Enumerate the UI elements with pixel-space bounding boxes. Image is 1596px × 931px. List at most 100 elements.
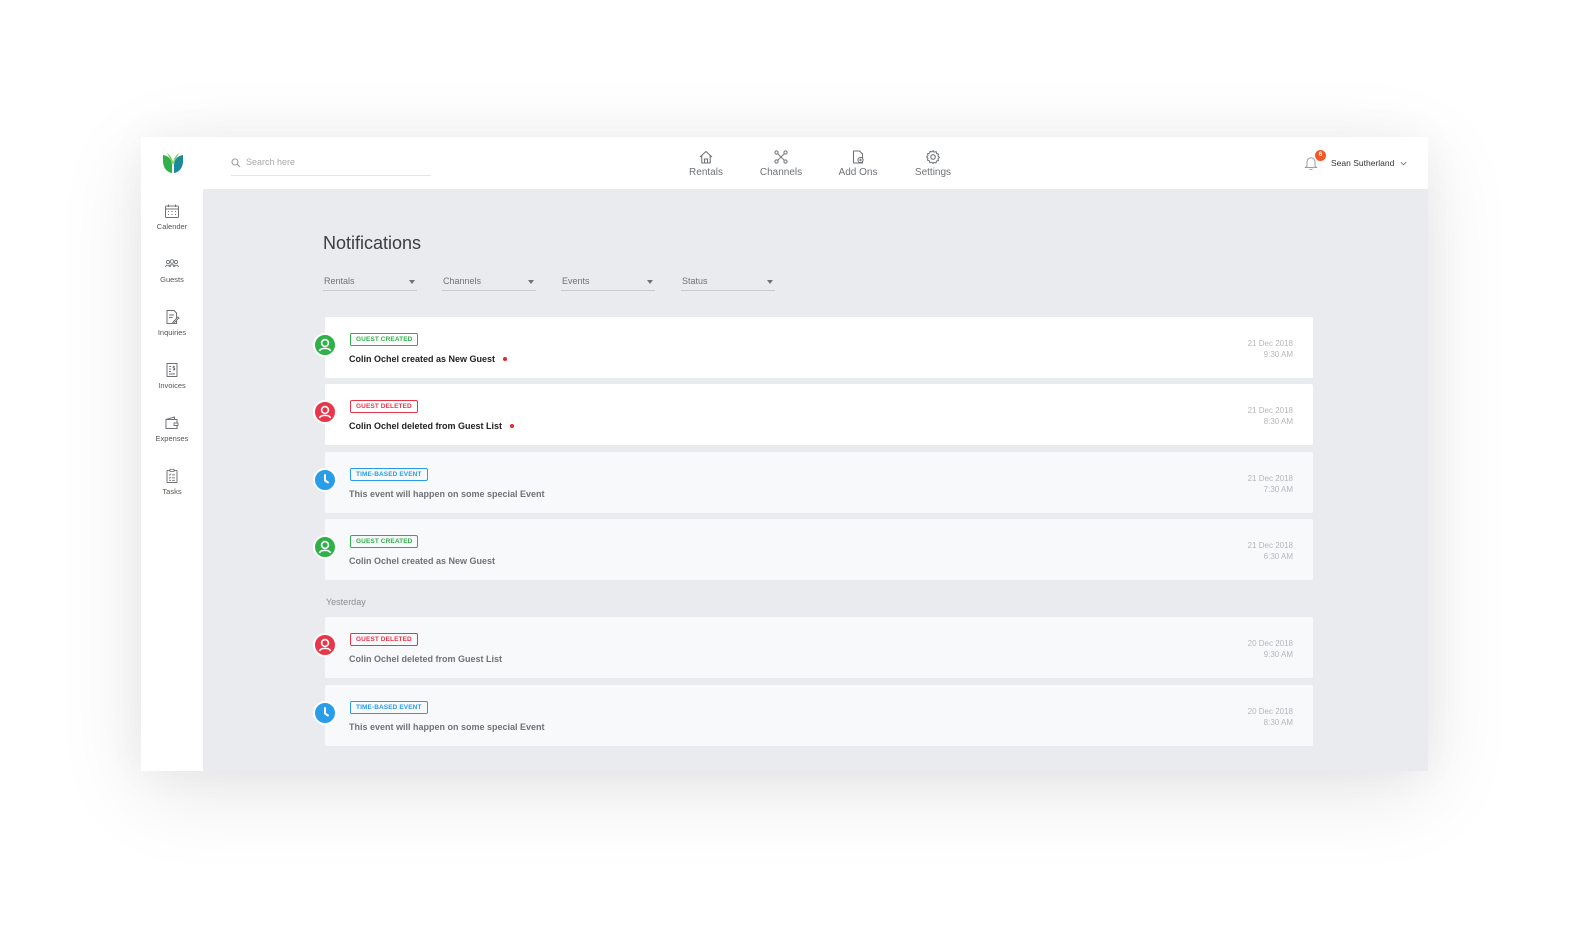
notification-timestamp: 20 Dec 2018 9:30 AM: [1248, 638, 1293, 660]
sidebar-item-label: Tasks: [162, 487, 182, 496]
clock-icon: [313, 468, 337, 492]
event-tag: GUEST CREATED: [350, 333, 419, 346]
filter-label: Status: [682, 276, 708, 286]
filter-label: Channels: [443, 276, 482, 286]
notification-message: This event will happen on some special E…: [349, 489, 545, 499]
calendar-icon: [165, 204, 179, 218]
sidebar-item-calender[interactable]: Calender: [141, 203, 203, 243]
nav-channels-label: Channels: [759, 167, 803, 178]
user-avatar-icon: [313, 535, 337, 559]
sidebar-item-expenses[interactable]: Expenses: [141, 415, 203, 455]
inquiries-icon: [166, 310, 180, 325]
notification-text: Colin Ochel created as New Guest: [349, 556, 496, 566]
top-bar: Rentals Channels Add Ons: [141, 137, 1428, 189]
nav-add-ons-label: Add Ons: [838, 167, 878, 178]
notification-card[interactable]: TIME-BASED EVENT This event will happen …: [313, 685, 1313, 746]
filter-label: Events: [562, 276, 590, 286]
notification-text: Colin Ochel created as New Guest: [349, 354, 496, 364]
caret-down-icon: [409, 280, 415, 284]
notification-timestamp: 21 Dec 2018 9:30 AM: [1248, 338, 1293, 360]
event-tag: GUEST CREATED: [350, 535, 419, 548]
user-menu[interactable]: Sean Sutherland: [1331, 158, 1407, 168]
notification-date: 21 Dec 2018: [1247, 406, 1293, 415]
caret-down-icon: [528, 280, 534, 284]
sidebar-item-invoices[interactable]: Invoices: [141, 362, 203, 402]
notification-timestamp: 20 Dec 2018 8:30 AM: [1248, 706, 1293, 728]
notification-time: 8:30 AM: [1263, 718, 1293, 727]
user-avatar-icon: [313, 633, 337, 657]
nav-channels[interactable]: Channels: [756, 149, 806, 185]
notification-card[interactable]: GUEST DELETED Colin Ochel deleted from G…: [313, 384, 1313, 445]
notification-message: Colin Ochel deleted from Guest List: [349, 654, 502, 664]
notification-time: 9:30 AM: [1263, 350, 1293, 359]
wallet-icon: [165, 416, 179, 429]
tasks-icon: [166, 468, 178, 483]
notification-date: 21 Dec 2018: [1247, 474, 1293, 483]
filter-status[interactable]: Status: [681, 275, 775, 291]
event-tag: GUEST DELETED: [350, 633, 418, 646]
notification-date: 20 Dec 2018: [1247, 639, 1293, 648]
top-nav: Rentals Channels Add Ons Settings: [681, 149, 958, 185]
user-name: Sean Sutherland: [1331, 158, 1395, 168]
add-ons-icon: [852, 150, 864, 164]
channels-icon: [774, 150, 788, 164]
event-tag: GUEST DELETED: [350, 400, 418, 413]
notification-card[interactable]: TIME-BASED EVENT This event will happen …: [313, 452, 1313, 513]
filter-channels[interactable]: Channels: [442, 275, 536, 291]
notification-date: 20 Dec 2018: [1247, 707, 1293, 716]
notification-card[interactable]: GUEST DELETED Colin Ochel deleted from G…: [313, 617, 1313, 678]
filter-rentals[interactable]: Rentals: [323, 275, 417, 291]
notification-timestamp: 21 Dec 2018 6:30 AM: [1248, 540, 1293, 562]
user-avatar-icon: [313, 333, 337, 357]
sidebar-item-label: Inquiries: [157, 328, 187, 337]
nav-add-ons[interactable]: Add Ons: [833, 149, 883, 185]
nav-settings[interactable]: Settings: [908, 149, 958, 185]
event-tag: TIME-BASED EVENT: [350, 701, 428, 714]
notification-text: Colin Ochel deleted from Guest List: [349, 654, 503, 664]
app-logo-icon[interactable]: [161, 151, 185, 175]
notification-time: 7:30 AM: [1263, 485, 1293, 494]
page-title: Notifications: [323, 233, 422, 253]
unread-dot: [510, 424, 515, 428]
sidebar-item-label: Calender: [156, 222, 188, 231]
search-icon: [231, 158, 241, 168]
caret-down-icon: [767, 280, 773, 284]
filter-label: Rentals: [324, 276, 355, 286]
notifications-button[interactable]: 6: [1304, 150, 1326, 171]
nav-rentals[interactable]: Rentals: [681, 149, 731, 185]
notification-date: 21 Dec 2018: [1247, 541, 1293, 550]
notification-text: This event will happen on some special E…: [349, 489, 545, 499]
sidebar-item-tasks[interactable]: Tasks: [141, 468, 203, 508]
notification-text: Colin Ochel deleted from Guest List: [349, 421, 503, 431]
invoices-icon: [166, 363, 178, 377]
filter-events[interactable]: Events: [561, 275, 655, 291]
notification-date: 21 Dec 2018: [1247, 339, 1293, 348]
notification-time: 9:30 AM: [1263, 650, 1293, 659]
notification-time: 8:30 AM: [1263, 417, 1293, 426]
sidebar-item-label: Expenses: [155, 434, 189, 443]
chevron-down-icon: [1400, 161, 1407, 165]
nav-rentals-label: Rentals: [689, 167, 723, 178]
clock-icon: [313, 701, 337, 725]
event-tag: TIME-BASED EVENT: [350, 468, 428, 481]
sidebar-item-label: Invoices: [158, 381, 186, 390]
sidebar-item-inquiries[interactable]: Inquiries: [141, 309, 203, 349]
notification-count-badge: 6: [1315, 150, 1326, 161]
notification-timestamp: 21 Dec 2018 7:30 AM: [1248, 473, 1293, 495]
app-window: Rentals Channels Add Ons: [141, 137, 1428, 771]
caret-down-icon: [647, 280, 653, 284]
sidebar-item-label: Guests: [160, 275, 184, 284]
notification-timestamp: 21 Dec 2018 8:30 AM: [1248, 405, 1293, 427]
notification-message: Colin Ochel created as New Guest: [349, 354, 508, 364]
notification-text: This event will happen on some special E…: [349, 722, 545, 732]
sidebar-item-guests[interactable]: Guests: [141, 256, 203, 296]
notification-time: 6:30 AM: [1263, 552, 1293, 561]
search-input[interactable]: [246, 154, 416, 170]
notification-card[interactable]: GUEST CREATED Colin Ochel created as New…: [313, 519, 1313, 580]
notification-card[interactable]: GUEST CREATED Colin Ochel created as New…: [313, 317, 1313, 378]
user-avatar-icon: [313, 400, 337, 424]
gear-icon: [926, 150, 940, 165]
search-bar: [231, 154, 431, 176]
notification-message: This event will happen on some special E…: [349, 722, 545, 732]
sidebar: Calender Guests Inquiries Invoices Expen…: [141, 189, 203, 771]
